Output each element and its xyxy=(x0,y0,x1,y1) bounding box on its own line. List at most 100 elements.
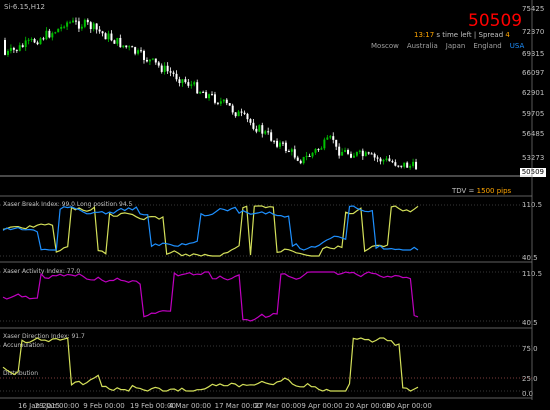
candle-body xyxy=(261,125,264,134)
candle-body xyxy=(415,161,418,170)
candle-body xyxy=(140,50,143,52)
candle-body xyxy=(72,20,75,23)
candle-body xyxy=(234,112,237,117)
candle-body xyxy=(228,103,231,106)
candle-body xyxy=(137,50,140,54)
candle-body xyxy=(252,122,255,129)
candle-body xyxy=(358,150,361,152)
candle-body xyxy=(187,82,190,86)
candle-body xyxy=(54,32,57,34)
candle-body xyxy=(409,166,412,168)
candle-body xyxy=(12,47,15,50)
candle-body xyxy=(205,92,208,99)
candle-body xyxy=(98,29,101,32)
candle-body xyxy=(279,142,282,147)
candle-body xyxy=(373,153,376,158)
candle-body xyxy=(320,148,323,150)
candle-body xyxy=(379,158,382,162)
candle-body xyxy=(240,111,243,113)
candle-body xyxy=(18,45,21,51)
candle-body xyxy=(36,42,39,45)
candle-body xyxy=(276,140,279,147)
candle-body xyxy=(128,46,131,48)
candle-body xyxy=(145,59,148,62)
candle-body xyxy=(77,21,80,29)
candle-body xyxy=(89,22,92,30)
candle-body xyxy=(92,23,95,30)
candle-body xyxy=(388,158,391,162)
candle-body xyxy=(216,102,219,104)
candle-body xyxy=(63,26,66,28)
candle-body xyxy=(394,162,397,166)
candle-body xyxy=(169,71,172,73)
candle-body xyxy=(219,101,222,104)
candle-body xyxy=(30,39,33,41)
candle-body xyxy=(296,157,299,161)
candle-body xyxy=(332,136,335,140)
chart-canvas xyxy=(0,0,533,400)
candle-body xyxy=(15,49,18,51)
candle-body xyxy=(281,142,284,144)
candle-body xyxy=(163,65,166,72)
candle-body xyxy=(349,153,352,158)
candle-body xyxy=(385,158,388,160)
activity-line xyxy=(2,271,419,322)
candle-body xyxy=(255,128,258,132)
candle-body xyxy=(116,37,119,44)
candle-body xyxy=(134,47,137,54)
candle-body xyxy=(202,91,205,93)
candle-body xyxy=(338,146,341,156)
candle-body xyxy=(352,155,355,158)
candle-body xyxy=(122,45,125,48)
break-blue-line xyxy=(2,205,419,251)
candle-body xyxy=(406,162,409,168)
candle-body xyxy=(323,139,326,149)
candle-body xyxy=(302,157,305,164)
candle-body xyxy=(51,33,54,38)
candle-body xyxy=(273,140,276,142)
candle-body xyxy=(74,20,77,22)
candle-body xyxy=(213,94,216,103)
candle-body xyxy=(299,160,302,164)
candle-body xyxy=(382,159,385,162)
candle-body xyxy=(148,59,151,62)
candle-body xyxy=(119,37,122,48)
candle-body xyxy=(57,28,60,33)
candle-body xyxy=(113,40,116,44)
candle-body xyxy=(196,82,199,94)
candle-body xyxy=(314,149,317,153)
candle-body xyxy=(4,40,6,55)
candle-body xyxy=(376,157,379,159)
candle-body xyxy=(142,50,145,60)
candle-body xyxy=(21,45,24,48)
candle-body xyxy=(48,30,51,38)
candle-body xyxy=(172,72,175,74)
candle-body xyxy=(412,161,415,167)
candle-body xyxy=(83,19,86,27)
candle-body xyxy=(270,132,273,141)
candle-body xyxy=(190,84,193,86)
candle-body xyxy=(391,161,394,163)
candle-body xyxy=(335,139,338,147)
candle-body xyxy=(308,155,311,157)
candle-body xyxy=(367,152,370,154)
candle-body xyxy=(199,91,202,94)
break-yellow-line xyxy=(2,205,419,257)
candle-body xyxy=(237,111,240,117)
candle-body xyxy=(267,131,270,133)
candle-body xyxy=(110,33,113,41)
candle-body xyxy=(329,136,332,138)
candle-body xyxy=(341,151,344,156)
candle-body xyxy=(326,137,329,140)
candle-body xyxy=(178,79,181,84)
candle-body xyxy=(175,73,178,80)
candle-body xyxy=(157,62,160,66)
candle-body xyxy=(160,65,163,72)
candle-body xyxy=(284,142,287,152)
candle-body xyxy=(370,153,373,155)
candle-body xyxy=(151,58,154,60)
candle-body xyxy=(60,26,63,29)
candle-body xyxy=(258,125,261,132)
candle-body xyxy=(400,165,403,167)
candle-body xyxy=(193,82,196,85)
